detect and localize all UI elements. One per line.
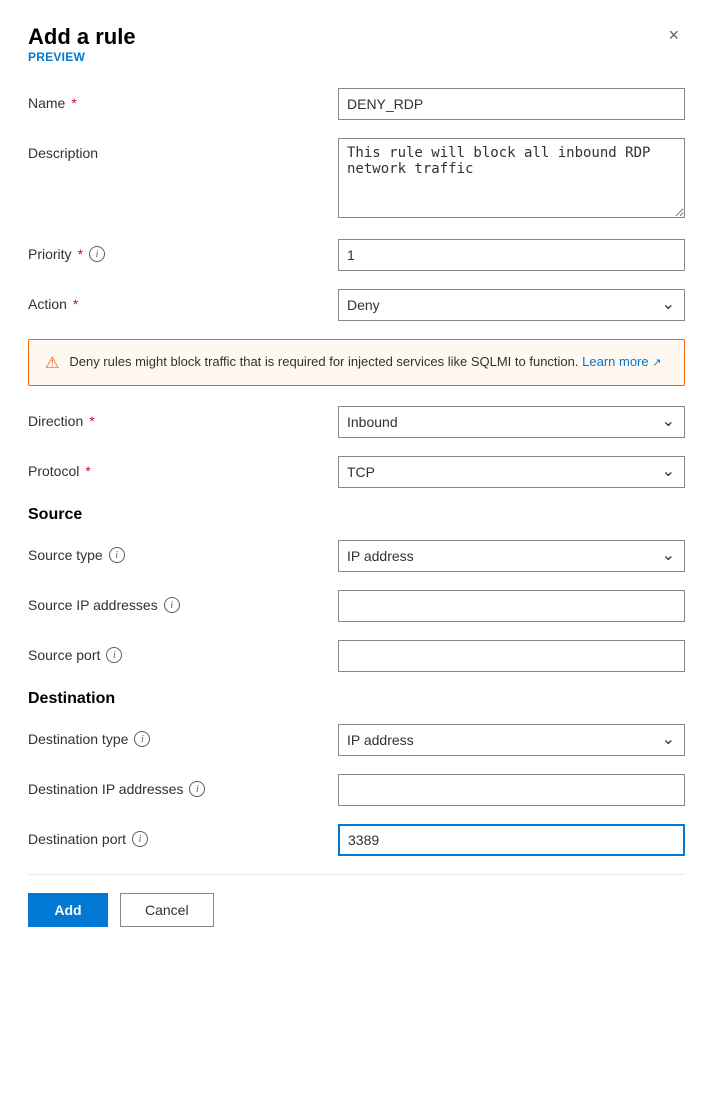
destination-type-row: Destination type i Any IP address Servic… [28, 724, 685, 756]
source-type-row: Source type i Any IP address Service tag… [28, 540, 685, 572]
warning-icon: ⚠ [45, 353, 59, 373]
destination-ip-input[interactable] [338, 774, 685, 806]
action-control: Allow Deny [338, 289, 685, 321]
destination-type-info-icon[interactable]: i [134, 731, 150, 747]
name-control [338, 88, 685, 120]
action-row: Action * Allow Deny [28, 289, 685, 321]
source-port-control [338, 640, 685, 672]
description-control: This rule will block all inbound RDP net… [338, 138, 685, 221]
name-row: Name * [28, 88, 685, 120]
direction-row: Direction * Inbound Outbound [28, 406, 685, 438]
destination-type-control: Any IP address Service tag Application s… [338, 724, 685, 756]
add-button[interactable]: Add [28, 893, 108, 927]
protocol-select[interactable]: Any TCP UDP [338, 456, 685, 488]
source-type-select-wrapper: Any IP address Service tag Application s… [338, 540, 685, 572]
source-type-control: Any IP address Service tag Application s… [338, 540, 685, 572]
description-label: Description [28, 138, 338, 161]
destination-ip-label: Destination IP addresses i [28, 774, 338, 797]
protocol-label: Protocol * [28, 456, 338, 479]
protocol-select-wrapper: Any TCP UDP [338, 456, 685, 488]
destination-type-label: Destination type i [28, 724, 338, 747]
close-button[interactable]: × [662, 24, 685, 46]
direction-control: Inbound Outbound [338, 406, 685, 438]
source-port-info-icon[interactable]: i [106, 647, 122, 663]
description-input[interactable]: This rule will block all inbound RDP net… [338, 138, 685, 218]
preview-badge: PREVIEW [28, 50, 136, 64]
direction-select[interactable]: Inbound Outbound [338, 406, 685, 438]
priority-label: Priority * i [28, 239, 338, 262]
source-ip-control [338, 590, 685, 622]
action-select-wrapper: Allow Deny [338, 289, 685, 321]
destination-port-control [338, 824, 685, 856]
destination-ip-info-icon[interactable]: i [189, 781, 205, 797]
cancel-button[interactable]: Cancel [120, 893, 214, 927]
learn-more-link[interactable]: Learn more ↗ [582, 354, 661, 369]
destination-section-header: Destination [28, 690, 685, 708]
source-ip-input[interactable] [338, 590, 685, 622]
direction-label: Direction * [28, 406, 338, 429]
source-ip-label: Source IP addresses i [28, 590, 338, 613]
destination-ip-control [338, 774, 685, 806]
destination-port-label: Destination port i [28, 824, 338, 847]
destination-port-input[interactable] [338, 824, 685, 856]
source-section-header: Source [28, 506, 685, 524]
source-port-row: Source port i [28, 640, 685, 672]
destination-port-info-icon[interactable]: i [132, 831, 148, 847]
warning-text: Deny rules might block traffic that is r… [69, 352, 661, 372]
destination-type-select-wrapper: Any IP address Service tag Application s… [338, 724, 685, 756]
title-group: Add a rule PREVIEW [28, 24, 136, 84]
description-row: Description This rule will block all inb… [28, 138, 685, 221]
priority-control [338, 239, 685, 271]
action-required: * [73, 296, 78, 312]
source-type-info-icon[interactable]: i [109, 547, 125, 563]
name-label: Name * [28, 88, 338, 111]
dialog-header: Add a rule PREVIEW × [28, 24, 685, 84]
source-ip-info-icon[interactable]: i [164, 597, 180, 613]
source-port-input[interactable] [338, 640, 685, 672]
direction-select-wrapper: Inbound Outbound [338, 406, 685, 438]
priority-row: Priority * i [28, 239, 685, 271]
source-type-label: Source type i [28, 540, 338, 563]
action-select[interactable]: Allow Deny [338, 289, 685, 321]
destination-port-row: Destination port i [28, 824, 685, 856]
source-ip-row: Source IP addresses i [28, 590, 685, 622]
direction-required: * [89, 413, 94, 429]
external-link-icon: ↗ [652, 357, 661, 369]
source-type-select[interactable]: Any IP address Service tag Application s… [338, 540, 685, 572]
priority-info-icon[interactable]: i [89, 246, 105, 262]
source-port-label: Source port i [28, 640, 338, 663]
priority-input[interactable] [338, 239, 685, 271]
destination-ip-row: Destination IP addresses i [28, 774, 685, 806]
protocol-control: Any TCP UDP [338, 456, 685, 488]
add-rule-dialog: Add a rule PREVIEW × Name * Description … [0, 0, 713, 1110]
priority-required: * [78, 246, 83, 262]
dialog-footer: Add Cancel [28, 874, 685, 951]
dialog-title: Add a rule [28, 24, 136, 50]
action-label: Action * [28, 289, 338, 312]
name-input[interactable] [338, 88, 685, 120]
destination-type-select[interactable]: Any IP address Service tag Application s… [338, 724, 685, 756]
name-required: * [71, 95, 76, 111]
warning-box: ⚠ Deny rules might block traffic that is… [28, 339, 685, 386]
protocol-required: * [85, 463, 90, 479]
protocol-row: Protocol * Any TCP UDP [28, 456, 685, 488]
